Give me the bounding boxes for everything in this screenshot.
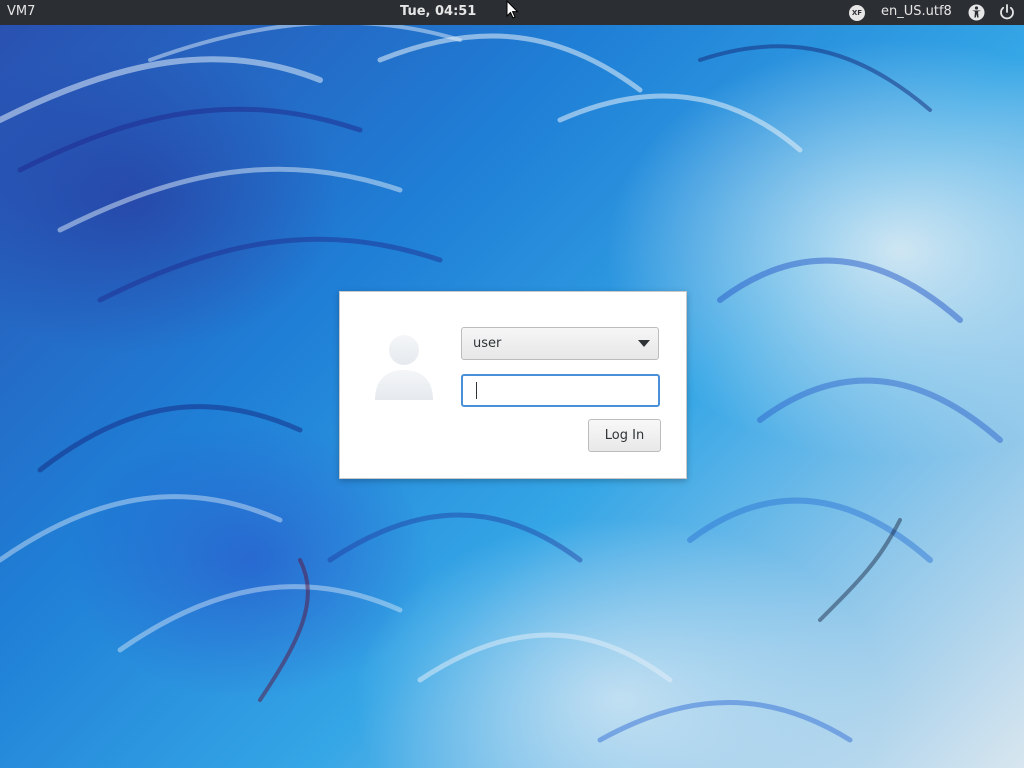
selected-user-label: user <box>473 336 502 351</box>
power-icon[interactable] <box>998 3 1016 21</box>
chevron-down-icon <box>638 340 650 347</box>
text-caret <box>476 382 477 399</box>
clock[interactable]: Tue, 04:51 <box>400 4 476 19</box>
mouse-cursor-icon <box>506 0 520 20</box>
greeter-screen: VM7 Tue, 04:51 XF en_US.utf8 user Log In <box>0 0 1024 768</box>
keyboard-layout-icon[interactable]: XF <box>849 5 865 21</box>
user-select-dropdown[interactable]: user <box>461 327 659 360</box>
password-field[interactable] <box>461 374 660 407</box>
login-dialog: user Log In <box>339 291 687 479</box>
hostname-label: VM7 <box>7 4 36 19</box>
locale-indicator[interactable]: en_US.utf8 <box>881 4 952 19</box>
log-in-button[interactable]: Log In <box>588 419 661 452</box>
user-avatar-icon <box>372 330 436 402</box>
accessibility-icon[interactable] <box>968 4 985 21</box>
